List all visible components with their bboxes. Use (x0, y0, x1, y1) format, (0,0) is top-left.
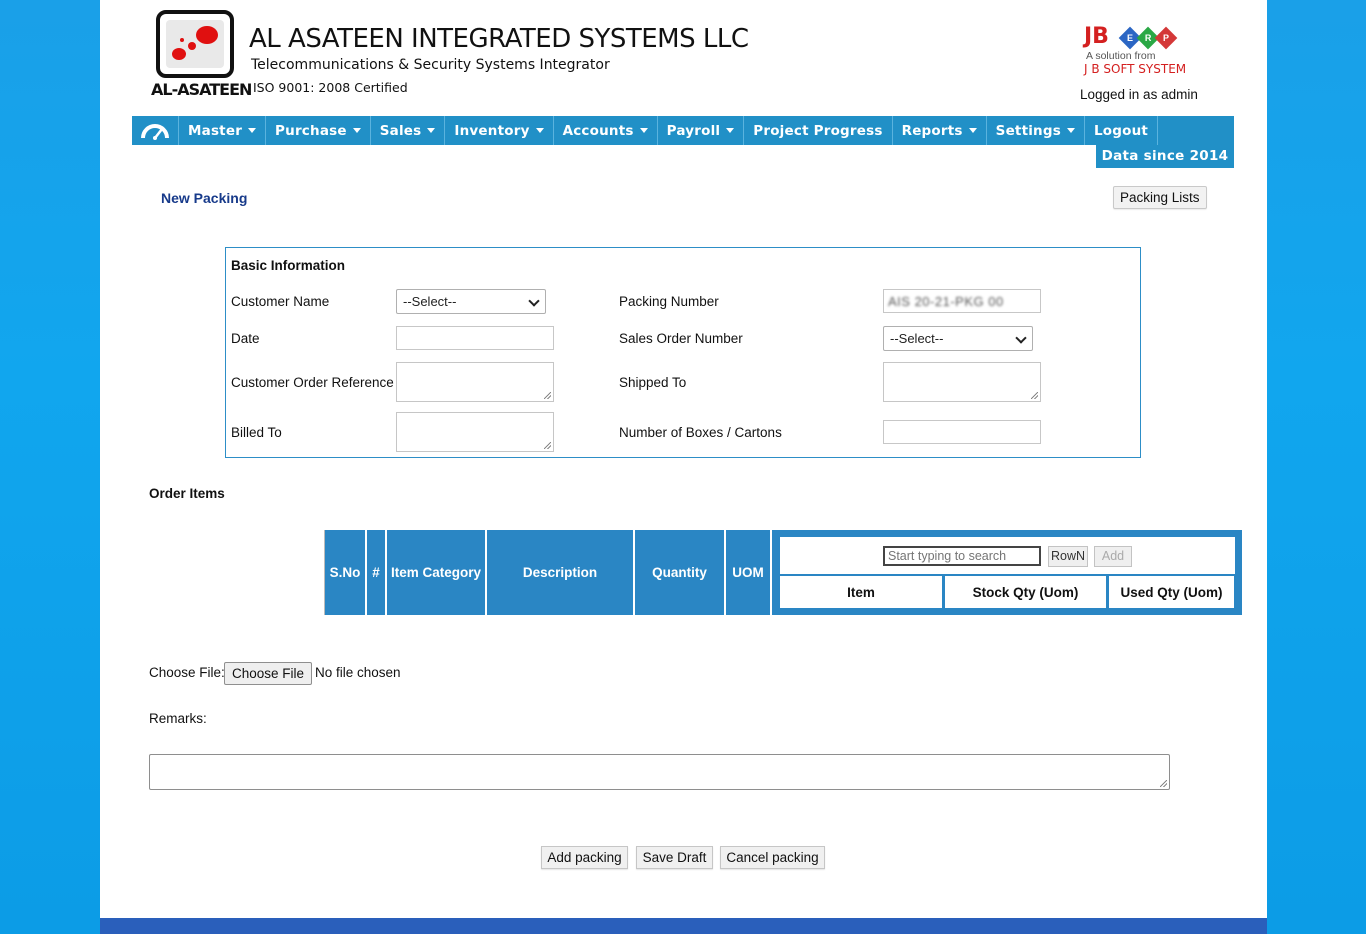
chevron-down-icon (968, 128, 977, 133)
logo-wordmark: AL-ASATEEN (151, 80, 252, 99)
column-header-stock-qty: Stock Qty (Uom) (945, 576, 1106, 608)
boxes-cartons-label: Number of Boxes / Cartons (619, 425, 782, 440)
chevron-down-icon (427, 128, 436, 133)
choose-file-label: Choose File: (149, 665, 225, 680)
chevron-down-icon (352, 128, 361, 133)
column-header-item-category: Item Category (387, 530, 487, 615)
nav-logout[interactable]: Logout (1085, 116, 1159, 145)
order-items-table: S.No # Item Category Description Quantit… (324, 530, 1242, 615)
nav-project-progress[interactable]: Project Progress (744, 116, 893, 145)
remarks-textarea[interactable] (149, 754, 1170, 790)
chevron-down-icon (726, 128, 735, 133)
billed-to-textarea[interactable] (396, 412, 554, 452)
chevron-down-icon (248, 128, 257, 133)
item-search-input[interactable] (883, 546, 1041, 566)
chevron-down-icon (1066, 128, 1075, 133)
basic-info-panel: Basic Information Customer Name --Select… (225, 247, 1141, 458)
date-label: Date (231, 331, 260, 346)
customer-name-value: --Select-- (403, 294, 457, 309)
dashboard-gauge-icon (141, 123, 169, 140)
nav-master[interactable]: Master (179, 116, 267, 145)
nav-payroll[interactable]: Payroll (658, 116, 745, 145)
logged-in-status: Logged in as admin (1080, 87, 1198, 102)
column-header-sno: S.No (325, 530, 367, 615)
nav-settings[interactable]: Settings (987, 116, 1085, 145)
billed-to-label: Billed To (231, 425, 282, 440)
packing-lists-button[interactable]: Packing Lists (1113, 186, 1207, 209)
customer-order-reference-label: Customer Order Reference (231, 375, 394, 390)
sales-order-number-label: Sales Order Number (619, 331, 743, 346)
chevron-down-icon (639, 128, 648, 133)
customer-name-select[interactable]: --Select-- (396, 289, 546, 314)
file-status-text: No file chosen (315, 665, 401, 680)
company-tagline: Telecommunications & Security Systems In… (251, 57, 610, 73)
add-item-button[interactable]: Add (1094, 546, 1132, 567)
vendor-line2: J B SOFT SYSTEM (1084, 62, 1187, 76)
customer-order-reference-textarea[interactable] (396, 362, 554, 402)
chevron-down-icon (528, 295, 540, 307)
nav-inventory[interactable]: Inventory (445, 116, 554, 145)
vendor-logo: JB E R P A solution from J B SOFT SYSTEM (1084, 24, 1204, 80)
sales-order-value: --Select-- (890, 331, 944, 346)
certification-text: ISO 9001: 2008 Certified (253, 80, 408, 95)
page-container: AL-ASATEEN AL ASATEEN INTEGRATED SYSTEMS… (100, 0, 1267, 934)
nav-purchase[interactable]: Purchase (266, 116, 371, 145)
add-packing-button[interactable]: Add packing (541, 846, 628, 869)
choose-file-button[interactable]: Choose File (224, 662, 313, 685)
order-items-title: Order Items (149, 486, 225, 501)
chevron-down-icon (535, 128, 544, 133)
resize-handle-icon[interactable] (544, 392, 551, 399)
nav-home-button[interactable] (132, 116, 179, 145)
item-search-bar: RowN Add (780, 537, 1235, 574)
customer-name-label: Customer Name (231, 294, 330, 309)
date-input[interactable] (396, 326, 554, 350)
sales-order-number-select[interactable]: --Select-- (883, 326, 1033, 351)
vendor-line1: A solution from (1086, 50, 1156, 62)
company-logo (156, 10, 234, 78)
data-since-badge: Data since 2014 (1096, 145, 1234, 168)
save-draft-button[interactable]: Save Draft (636, 846, 713, 869)
column-header-item: Item (780, 576, 942, 608)
nav-accounts[interactable]: Accounts (554, 116, 658, 145)
column-header-used-qty: Used Qty (Uom) (1109, 576, 1234, 608)
row-number-button[interactable]: RowN (1048, 546, 1088, 567)
vendor-brand: JB (1084, 24, 1109, 49)
footer-bar (100, 918, 1267, 934)
shipped-to-textarea[interactable] (883, 362, 1041, 402)
packing-number-input[interactable]: AIS 20-21-PKG 00 (883, 289, 1041, 313)
remarks-label: Remarks: (149, 711, 207, 726)
column-header-uom: UOM (726, 530, 772, 615)
packing-number-label: Packing Number (619, 294, 719, 309)
chevron-down-icon (1015, 332, 1027, 344)
nav-reports[interactable]: Reports (893, 116, 987, 145)
shipped-to-label: Shipped To (619, 375, 687, 390)
cancel-packing-button[interactable]: Cancel packing (720, 846, 825, 869)
resize-handle-icon[interactable] (1031, 392, 1038, 399)
nav-sales[interactable]: Sales (371, 116, 446, 145)
boxes-cartons-input[interactable] (883, 420, 1041, 444)
column-header-description: Description (487, 530, 635, 615)
company-name: AL ASATEEN INTEGRATED SYSTEMS LLC (249, 24, 749, 54)
main-nav: Master Purchase Sales Inventory Accounts… (132, 116, 1234, 145)
column-header-hash: # (367, 530, 387, 615)
erp-p-icon: P (1154, 26, 1178, 50)
resize-handle-icon[interactable] (1160, 780, 1167, 787)
column-header-quantity: Quantity (635, 530, 726, 615)
page-title: New Packing (161, 190, 248, 206)
basic-info-title: Basic Information (231, 258, 346, 273)
resize-handle-icon[interactable] (544, 442, 551, 449)
packing-number-value: AIS 20-21-PKG 00 (888, 294, 1004, 309)
